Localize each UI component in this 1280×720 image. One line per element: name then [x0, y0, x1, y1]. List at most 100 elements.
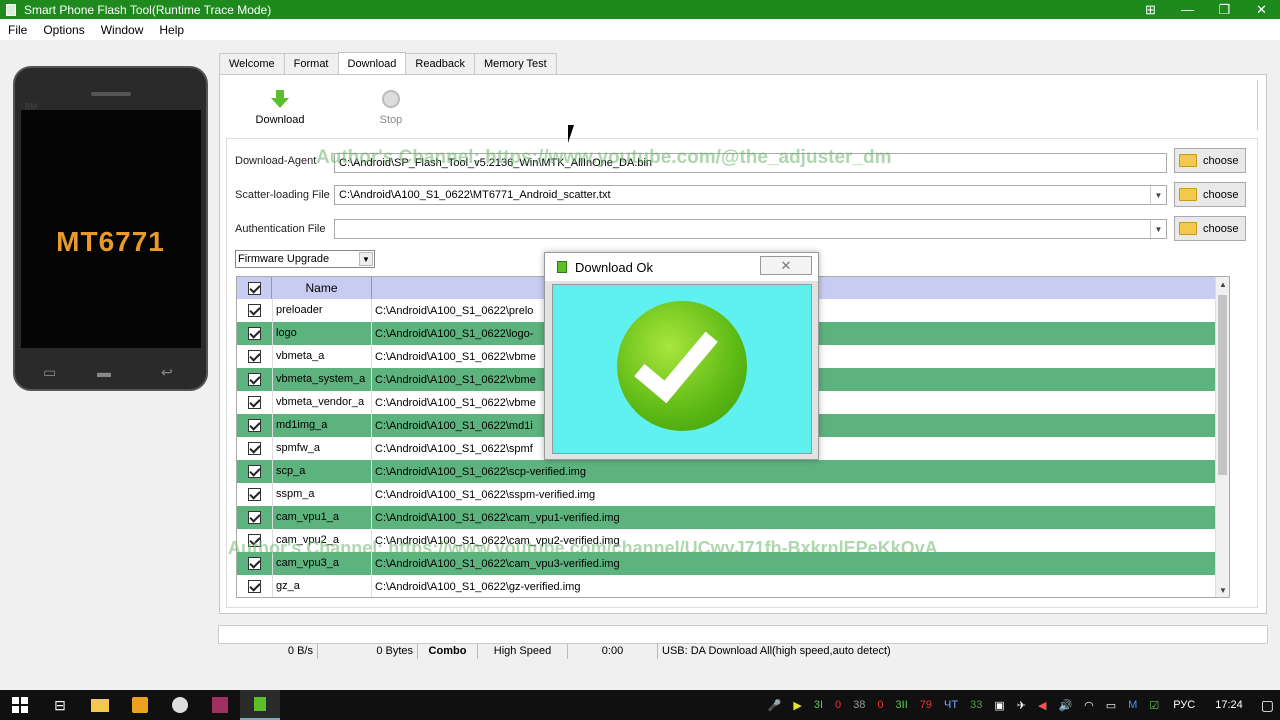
- dialog-close-button[interactable]: ✕: [760, 256, 812, 275]
- download-ok-dialog: Download Ok ✕: [544, 252, 819, 460]
- status-combo: Combo: [418, 644, 478, 659]
- partition-path[interactable]: C:\Android\A100_S1_0622\vbme: [372, 397, 536, 409]
- partition-path[interactable]: C:\Android\A100_S1_0622\gz-verified.img: [372, 581, 580, 593]
- row-checkbox[interactable]: [248, 488, 261, 501]
- scatter-file-field[interactable]: C:\Android\A100_S1_0622\MT6771_Android_s…: [334, 185, 1167, 205]
- choose-scatter-button[interactable]: choose: [1174, 182, 1246, 207]
- row-checkbox[interactable]: [248, 580, 261, 593]
- partition-path[interactable]: C:\Android\A100_S1_0622\scp-verified.img: [372, 466, 586, 478]
- clock[interactable]: 17:24: [1203, 699, 1255, 711]
- table-row[interactable]: sspm_a C:\Android\A100_S1_0622\sspm-verif…: [237, 483, 1216, 506]
- menu-help[interactable]: Help: [151, 23, 192, 37]
- home-key-icon: ▬: [97, 364, 111, 380]
- stop-button[interactable]: Stop: [361, 90, 421, 126]
- start-button[interactable]: [0, 690, 40, 720]
- progress-bar: [218, 625, 1268, 644]
- select-all-checkbox[interactable]: [247, 281, 261, 295]
- partition-name: vbmeta_vendor_a: [272, 391, 372, 414]
- row-checkbox[interactable]: [248, 419, 261, 432]
- tab-strip: Welcome Format Download Readback Memory …: [219, 52, 557, 74]
- tab-readback[interactable]: Readback: [405, 53, 475, 74]
- speaker-mute-icon[interactable]: ◀: [1032, 699, 1052, 712]
- menu-window[interactable]: Window: [93, 23, 152, 37]
- monitor-icon[interactable]: ▣: [988, 699, 1010, 712]
- partition-path[interactable]: C:\Android\A100_S1_0622\vbme: [372, 374, 536, 386]
- phone-speaker: [91, 92, 131, 96]
- partition-path[interactable]: C:\Android\A100_S1_0622\cam_vpu1-verifie…: [372, 512, 620, 524]
- row-checkbox[interactable]: [248, 442, 261, 455]
- window-title: Smart Phone Flash Tool(Runtime Trace Mod…: [24, 2, 272, 17]
- tab-download[interactable]: Download: [337, 52, 407, 74]
- malwarebytes-icon[interactable]: M: [1122, 699, 1143, 711]
- auth-file-field[interactable]: ▼: [334, 219, 1167, 239]
- notifications-icon[interactable]: ▢: [1255, 697, 1280, 714]
- row-checkbox[interactable]: [248, 396, 261, 409]
- row-checkbox[interactable]: [248, 327, 261, 340]
- browser-icon[interactable]: [160, 690, 200, 720]
- status-time: 0:00: [568, 644, 658, 659]
- choose-download-agent-button[interactable]: choose: [1174, 148, 1246, 173]
- partition-path[interactable]: C:\Android\A100_S1_0622\spmf: [372, 443, 533, 455]
- restore-panel-icon[interactable]: ⊞: [1132, 0, 1169, 19]
- watermark-bottom: Author's Channel: https://www.youtube.co…: [228, 538, 938, 558]
- maximize-button[interactable]: ❐: [1206, 0, 1243, 19]
- status-usb: USB: DA Download All(high speed,auto det…: [662, 645, 891, 657]
- status-speed: 0 B/s: [218, 644, 318, 659]
- close-button[interactable]: ✕: [1243, 0, 1280, 19]
- menu-options[interactable]: Options: [35, 23, 92, 37]
- menu-file[interactable]: File: [0, 23, 35, 37]
- table-scrollbar[interactable]: ▲ ▼: [1215, 277, 1229, 597]
- mode-select[interactable]: Firmware Upgrade ▼: [235, 250, 375, 268]
- language-indicator[interactable]: РУС: [1165, 699, 1203, 711]
- row-checkbox[interactable]: [248, 511, 261, 524]
- scroll-thumb[interactable]: [1218, 295, 1227, 475]
- microphone-icon[interactable]: 🎤: [762, 699, 788, 712]
- mode-select-value: Firmware Upgrade: [238, 253, 330, 265]
- row-checkbox[interactable]: [248, 373, 261, 386]
- chevron-down-icon[interactable]: ▼: [1150, 220, 1166, 238]
- battery-icon[interactable]: ▭: [1100, 699, 1122, 712]
- chevron-down-icon[interactable]: ▼: [1150, 186, 1166, 204]
- partition-path[interactable]: C:\Android\A100_S1_0622\prelo: [372, 305, 533, 317]
- table-row[interactable]: gz_a C:\Android\A100_S1_0622\gz-verified.…: [237, 575, 1216, 597]
- network-tool-icon[interactable]: ✈: [1011, 699, 1032, 712]
- tab-welcome[interactable]: Welcome: [219, 53, 285, 74]
- volume-icon[interactable]: 🔊: [1052, 699, 1078, 712]
- tab-memory-test[interactable]: Memory Test: [473, 53, 557, 74]
- tray-value: 33: [970, 699, 983, 711]
- file-explorer-icon[interactable]: [80, 690, 120, 720]
- minimize-button[interactable]: —: [1169, 0, 1206, 19]
- tray-value: 38: [853, 699, 866, 711]
- row-checkbox[interactable]: [248, 304, 261, 317]
- scroll-up-icon[interactable]: ▲: [1216, 277, 1229, 291]
- partition-path[interactable]: C:\Android\A100_S1_0622\logo-: [372, 328, 533, 340]
- action-toolbar: Download Stop: [226, 80, 1258, 130]
- partition-path[interactable]: C:\Android\A100_S1_0622\sspm-verified.im…: [372, 489, 595, 501]
- task-view-icon[interactable]: ⊟: [40, 690, 80, 720]
- scatter-file-value: C:\Android\A100_S1_0622\MT6771_Android_s…: [339, 189, 611, 201]
- media-player-icon[interactable]: [120, 690, 160, 720]
- table-row[interactable]: cam_vpu1_a C:\Android\A100_S1_0622\cam_vp…: [237, 506, 1216, 529]
- table-row[interactable]: scp_a C:\Android\A100_S1_0622\scp-verifie…: [237, 460, 1216, 483]
- partition-name: logo: [272, 322, 372, 345]
- row-checkbox[interactable]: [248, 465, 261, 478]
- partition-path[interactable]: C:\Android\A100_S1_0622\cam_vpu3-verifie…: [372, 558, 620, 570]
- flash-tool-taskbar-icon[interactable]: [240, 690, 280, 720]
- scroll-down-icon[interactable]: ▼: [1216, 583, 1229, 597]
- dialog-title-bar: Download Ok ✕: [545, 253, 818, 281]
- partition-name: gz_a: [272, 575, 372, 597]
- tray-value: 3II: [895, 699, 908, 711]
- status-bytes: 0 Bytes: [318, 644, 418, 659]
- partition-path[interactable]: C:\Android\A100_S1_0622\md1i: [372, 420, 533, 432]
- wifi-icon[interactable]: ◠: [1078, 699, 1100, 712]
- download-button[interactable]: Download: [250, 90, 310, 126]
- row-checkbox[interactable]: [248, 350, 261, 363]
- partition-name: vbmeta_a: [272, 345, 372, 368]
- partition-name: sspm_a: [272, 483, 372, 506]
- security-check-icon[interactable]: ☑: [1143, 699, 1165, 712]
- tab-format[interactable]: Format: [283, 53, 339, 74]
- partition-path[interactable]: C:\Android\A100_S1_0622\vbme: [372, 351, 536, 363]
- choose-auth-button[interactable]: choose: [1174, 216, 1246, 241]
- archiver-icon[interactable]: [200, 690, 240, 720]
- play-icon[interactable]: ▶: [787, 699, 807, 712]
